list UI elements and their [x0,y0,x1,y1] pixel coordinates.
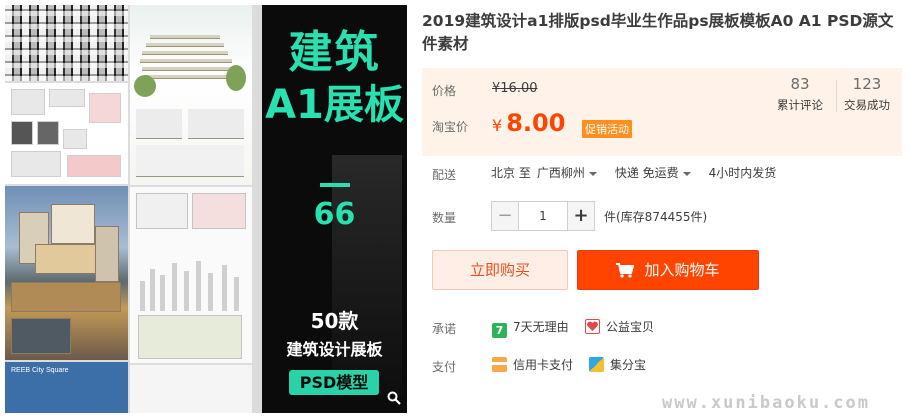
add-to-cart-button[interactable]: 加入购物车 [577,250,759,290]
poster-title-line1: 建筑 [288,27,381,78]
reviews-count: 83 [790,75,810,93]
jifenbao-label: 集分宝 [610,358,647,372]
poster-badge: PSD模型 [289,370,379,395]
image-column-middle [130,5,252,413]
ship-method-select[interactable]: 快递 免运费 [615,166,703,180]
ship-from: 北京 至 [491,166,531,180]
model-photo-thumbnail [5,5,128,81]
credit-card-payment[interactable]: 信用卡支付 [492,356,573,373]
dispatch-time: 4小时内发货 [708,166,777,180]
image-column-left: REEB City Square [5,5,128,413]
current-price: ¥8.00 [492,109,565,137]
reviews-label: 累计评论 [777,98,823,112]
quantity-label: 数量 [432,211,457,225]
city-render-thumbnail [5,186,128,360]
reviews-stat[interactable]: 83 累计评论 [771,74,829,114]
payment-label: 支付 [432,360,457,374]
reeb-square-thumbnail: REEB City Square [5,362,128,413]
promise-label: 承诺 [432,322,457,336]
return-policy-label: 7天无理由 [513,320,569,334]
shipping-label: 配送 [432,168,457,182]
credit-card-label: 信用卡支付 [513,358,574,372]
ship-destination-select[interactable]: 广西柳州 [537,166,609,180]
taobao-price-label: 淘宝价 [432,120,469,134]
trades-label: 交易成功 [844,98,890,112]
ship-destination: 广西柳州 [536,166,585,180]
credit-card-icon [492,357,507,372]
building-render-thumbnail [130,5,252,185]
quantity-input[interactable] [519,201,567,231]
site-plan-thumbnail [130,187,252,363]
quantity-decrease-button[interactable]: − [491,201,519,231]
promo-tag[interactable]: 促销活动 [582,120,632,138]
quantity-increase-button[interactable]: + [567,201,595,231]
price-panel: 价格 ¥16.00 淘宝价 ¥8.00 促销活动 83 累计评论 123 交易成… [422,68,902,156]
ship-method: 快递 免运费 [614,166,679,180]
poster-divider [320,183,350,187]
quantity-stepper: − + [491,201,595,231]
jifenbao-icon [589,357,604,372]
stat-divider [836,80,837,112]
seven-day-return-icon: 7 [492,323,507,338]
shipping-row: 北京 至广西柳州 快递 免运费 4小时内发货 [491,164,782,181]
original-price: ¥16.00 [492,81,538,96]
poster-subtitle: 建筑设计展板 [286,340,383,359]
add-to-cart-label: 加入购物车 [644,261,720,279]
zoom-search-icon[interactable] [387,391,401,405]
product-title: 2019建筑设计a1排版psd毕业生作品ps展板模板A0 A1 PSD源文件素材 [422,12,894,53]
currency-symbol: ¥ [492,116,503,135]
chevron-down-icon [682,171,691,176]
charity-badge[interactable]: 公益宝贝 [585,318,654,335]
cart-icon [616,263,635,278]
thumbnail-caption: REEB City Square [11,367,69,374]
charity-label: 公益宝贝 [606,320,655,334]
stock-info: 件(库存874455件) [604,210,708,224]
trades-stat: 123 交易成功 [838,74,896,114]
price-label: 价格 [432,84,457,98]
poster-count: 50款 [310,309,359,333]
chevron-down-icon [588,171,597,176]
buy-now-button[interactable]: 立即购买 [432,250,568,290]
jifenbao-payment[interactable]: 集分宝 [589,356,646,373]
detail-thumbnail [130,365,252,413]
product-main-image[interactable]: REEB City Square 建筑 A1展板 66 50款 建筑设计展板 P… [5,5,407,413]
site-watermark: www.xunibaoku.com [662,393,870,413]
poster-number: 66 [313,197,356,232]
trades-count: 123 [852,75,882,93]
poster-title-line2: A1展板 [265,82,404,128]
layout-sheet-thumbnail [5,83,128,184]
heart-icon [585,319,600,334]
current-price-value: 8.00 [506,109,566,137]
promo-poster: 建筑 A1展板 66 50款 建筑设计展板 PSD模型 [262,5,407,413]
return-policy[interactable]: 7 7天无理由 [492,318,569,338]
